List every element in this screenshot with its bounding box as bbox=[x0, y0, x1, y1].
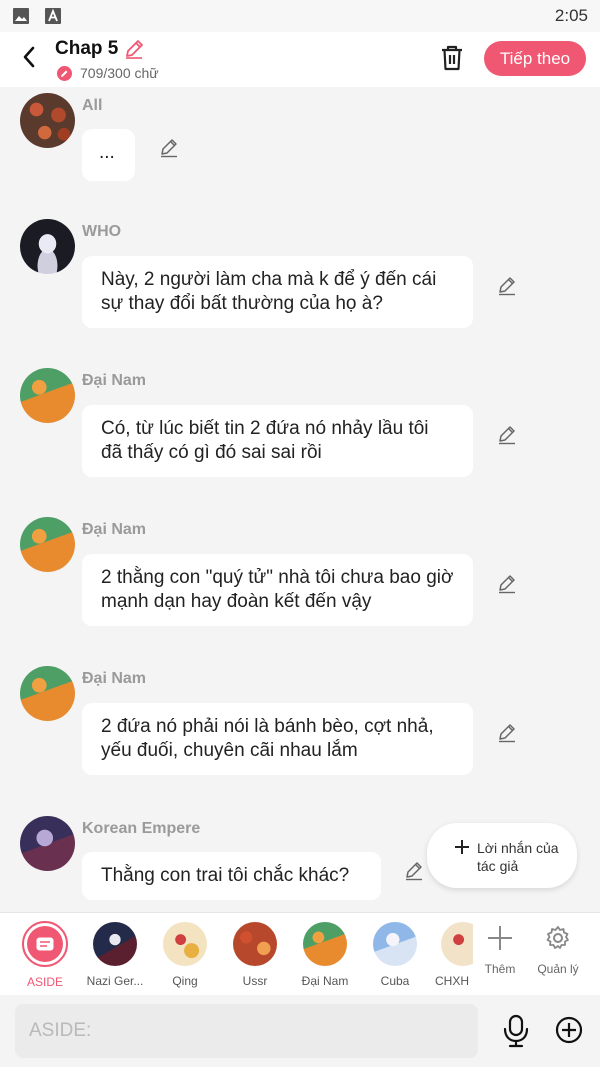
character-label: ASIDE bbox=[26, 975, 63, 989]
avatar bbox=[373, 922, 417, 966]
avatar bbox=[441, 922, 473, 966]
character-nazi-ger[interactable]: Nazi Ger... bbox=[81, 919, 149, 988]
edit-title-icon[interactable] bbox=[123, 38, 145, 60]
image-icon bbox=[12, 7, 30, 25]
message-bubble[interactable]: Có, từ lúc biết tin 2 đứa nó nhảy lầu tô… bbox=[82, 405, 473, 477]
author-note-label: Lời nhắn của tác giả bbox=[477, 840, 559, 874]
microphone-icon[interactable] bbox=[502, 1014, 530, 1048]
edit-message-icon[interactable] bbox=[496, 275, 518, 297]
character-selector: ASIDE Nazi Ger... Qing Ussr Đại Nam Cuba… bbox=[0, 912, 600, 995]
plus-icon bbox=[454, 838, 470, 858]
title-row: Chap 5 bbox=[55, 38, 145, 60]
aside-avatar bbox=[22, 921, 68, 967]
composer: ASIDE: bbox=[0, 995, 600, 1067]
avatar bbox=[93, 922, 137, 966]
avatar[interactable] bbox=[20, 517, 75, 572]
word-count: 709/300 chữ bbox=[80, 65, 159, 81]
character-cuba[interactable]: Cuba bbox=[361, 919, 429, 988]
edit-message-icon[interactable] bbox=[496, 573, 518, 595]
avatar[interactable] bbox=[20, 219, 75, 274]
pencil-badge-icon bbox=[57, 65, 72, 81]
character-qing[interactable]: Qing bbox=[151, 919, 219, 988]
gear-icon bbox=[546, 926, 569, 949]
character-label: Nazi Ger... bbox=[86, 974, 144, 988]
character-label: CHXH bbox=[435, 974, 470, 988]
character-label: Cuba bbox=[380, 974, 410, 988]
avatar bbox=[233, 922, 277, 966]
author-note-button[interactable]: Lời nhắn của tác giả bbox=[427, 823, 577, 888]
avatar bbox=[163, 922, 207, 966]
next-button[interactable]: Tiếp theo bbox=[484, 41, 586, 76]
sender-name: WHO bbox=[82, 223, 122, 240]
character-ussr[interactable]: Ussr bbox=[221, 919, 289, 988]
sender-name: Đại Nam bbox=[82, 521, 147, 538]
top-app-bar: Chap 5 709/300 chữ Tiếp theo bbox=[0, 32, 600, 87]
character-chxh[interactable]: CHXH bbox=[425, 919, 473, 988]
character-label: Qing bbox=[172, 974, 198, 988]
add-character-button[interactable]: Thêm bbox=[475, 925, 525, 976]
trash-icon bbox=[442, 45, 462, 71]
text-a-icon bbox=[44, 7, 62, 25]
sender-name: Đại Nam bbox=[82, 670, 147, 687]
avatar[interactable] bbox=[20, 368, 75, 423]
chat-list[interactable]: All ... WHO Này, 2 người làm cha mà k để… bbox=[0, 87, 600, 912]
avatar bbox=[303, 922, 347, 966]
avatar[interactable] bbox=[20, 93, 75, 148]
message-bubble[interactable]: ... bbox=[82, 129, 135, 181]
message-bubble[interactable]: Thằng con trai tôi chắc khác? bbox=[82, 852, 381, 900]
message-bubble[interactable]: 2 thằng con "quý tử" nhà tôi chưa bao gi… bbox=[82, 554, 473, 626]
edit-message-icon[interactable] bbox=[496, 722, 518, 744]
character-label: Đại Nam bbox=[301, 974, 349, 988]
chat-bubble-icon bbox=[27, 926, 63, 962]
sender-name: Korean Empere bbox=[82, 820, 201, 837]
status-bar: 2:05 bbox=[0, 0, 600, 32]
manage-label: Quản lý bbox=[537, 962, 579, 976]
chevron-left-icon bbox=[23, 46, 35, 68]
message-bubble[interactable]: Này, 2 người làm cha mà k để ý đến cái s… bbox=[82, 256, 473, 328]
character-label: Ussr bbox=[242, 974, 268, 988]
plus-icon bbox=[488, 926, 512, 950]
character-aside[interactable]: ASIDE bbox=[11, 919, 79, 989]
manage-characters-button[interactable]: Quản lý bbox=[533, 925, 583, 976]
edit-message-icon[interactable] bbox=[158, 137, 180, 159]
character-dai-nam[interactable]: Đại Nam bbox=[291, 919, 359, 988]
clock: 2:05 bbox=[554, 6, 588, 25]
message-bubble[interactable]: 2 đứa nó phải nói là bánh bèo, cợt nhả, … bbox=[82, 703, 473, 775]
add-label: Thêm bbox=[484, 962, 516, 976]
edit-message-icon[interactable] bbox=[403, 860, 425, 882]
add-circle-icon[interactable] bbox=[555, 1016, 583, 1044]
message-input[interactable]: ASIDE: bbox=[15, 1004, 478, 1058]
sender-name: Đại Nam bbox=[82, 372, 147, 389]
delete-button[interactable] bbox=[438, 44, 466, 72]
chapter-title: Chap 5 bbox=[55, 38, 119, 59]
back-button[interactable] bbox=[14, 42, 44, 72]
word-count-row: 709/300 chữ bbox=[57, 65, 159, 81]
edit-message-icon[interactable] bbox=[496, 424, 518, 446]
avatar[interactable] bbox=[20, 816, 75, 871]
avatar[interactable] bbox=[20, 666, 75, 721]
sender-name: All bbox=[82, 97, 103, 114]
